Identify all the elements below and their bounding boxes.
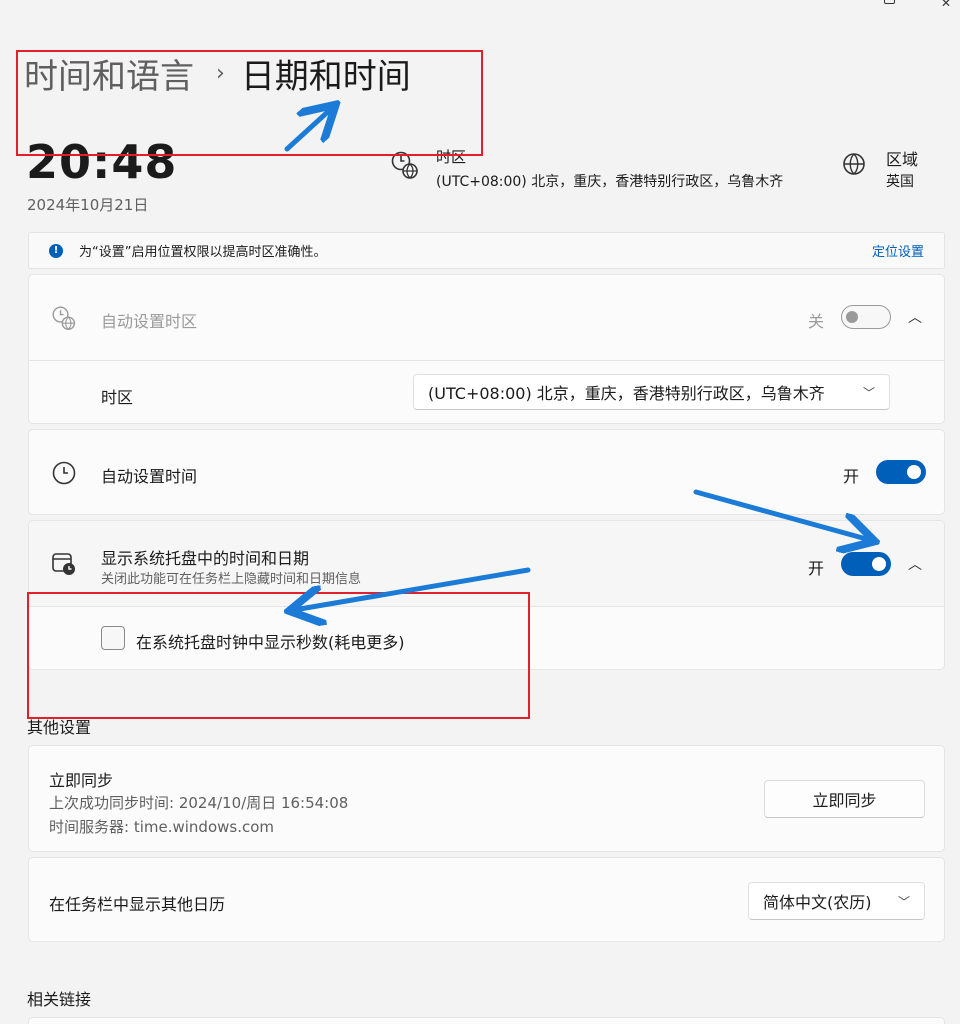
chevron-down-icon: ﹀: [897, 894, 910, 909]
timezone-summary-value: (UTC+08:00) 北京，重庆，香港特别行政区，乌鲁木齐: [436, 174, 784, 190]
sync-now-button[interactable]: 立即同步: [764, 780, 925, 818]
auto-time-label: 自动设置时间: [101, 467, 198, 486]
tray-time-toggle[interactable]: [841, 552, 891, 576]
auto-timezone-label: 自动设置时区: [101, 312, 198, 331]
annotation-box-breadcrumb: [16, 50, 483, 156]
chevron-down-icon: ﹀: [862, 385, 875, 400]
tray-time-state-text: 开: [808, 559, 825, 578]
auto-time-card: 自动设置时间 开: [28, 429, 945, 515]
close-icon[interactable]: ✕: [941, 0, 951, 10]
sync-card: 立即同步 上次成功同步时间: 2024/10/周日 16:54:08 时间服务器…: [28, 745, 945, 852]
region-summary-title: 区域: [886, 150, 919, 169]
location-settings-link[interactable]: 定位设置: [872, 241, 924, 260]
clock-icon: [52, 461, 76, 485]
region-summary-value: 英国: [886, 174, 914, 190]
sync-label: 立即同步: [49, 771, 114, 790]
related-links-card: [28, 1017, 945, 1024]
timezone-dropdown[interactable]: (UTC+08:00) 北京，重庆，香港特别行政区，乌鲁木齐 ﹀: [413, 374, 890, 410]
auto-time-state-text: 开: [843, 467, 860, 486]
auto-timezone-toggle[interactable]: [841, 305, 891, 329]
maximize-button[interactable]: [884, 0, 895, 4]
timezone-dropdown-value: (UTC+08:00) 北京，重庆，香港特别行政区，乌鲁木齐: [428, 384, 825, 403]
auto-timezone-row[interactable]: 自动设置时区 关 ︿: [29, 275, 944, 361]
last-sync-text: 上次成功同步时间: 2024/10/周日 16:54:08: [49, 794, 349, 812]
calendar-clock-icon: [52, 553, 75, 575]
tray-time-label: 显示系统托盘中的时间和日期: [101, 549, 310, 568]
auto-timezone-state-text: 关: [808, 312, 825, 331]
calendar-dropdown[interactable]: 简体中文(农历) ﹀: [748, 882, 925, 920]
timezone-label: 时区: [101, 388, 134, 407]
time-server-text: 时间服务器: time.windows.com: [49, 818, 275, 836]
info-bar-text: 为“设置”启用位置权限以提高时区准确性。: [79, 245, 327, 260]
related-links-heading: 相关链接: [27, 990, 92, 1009]
chevron-up-icon[interactable]: ︿: [905, 554, 925, 574]
annotation-box-seconds: [27, 592, 530, 719]
additional-calendar-label: 在任务栏中显示其他日历: [49, 895, 226, 914]
auto-time-toggle[interactable]: [876, 460, 926, 484]
timezone-select-row: 时区 (UTC+08:00) 北京，重庆，香港特别行政区，乌鲁木齐 ﹀: [29, 361, 944, 425]
timezone-globe-clock-icon: [52, 306, 76, 330]
auto-timezone-card: 自动设置时区 关 ︿ 时区 (UTC+08:00) 北京，重庆，香港特别行政区，…: [28, 274, 945, 424]
chevron-up-icon[interactable]: ︿: [905, 307, 925, 327]
region-globe-icon: [843, 153, 865, 175]
tray-time-sublabel: 关闭此功能可在任务栏上隐藏时间和日期信息: [101, 572, 362, 587]
info-icon: !: [49, 243, 63, 258]
location-info-bar: ! 为“设置”启用位置权限以提高时区准确性。 定位设置: [28, 232, 945, 269]
calendar-card: 在任务栏中显示其他日历 简体中文(农历) ﹀: [28, 857, 945, 942]
calendar-dropdown-value: 简体中文(农历): [763, 893, 872, 912]
current-date: 2024年10月21日: [27, 196, 149, 214]
